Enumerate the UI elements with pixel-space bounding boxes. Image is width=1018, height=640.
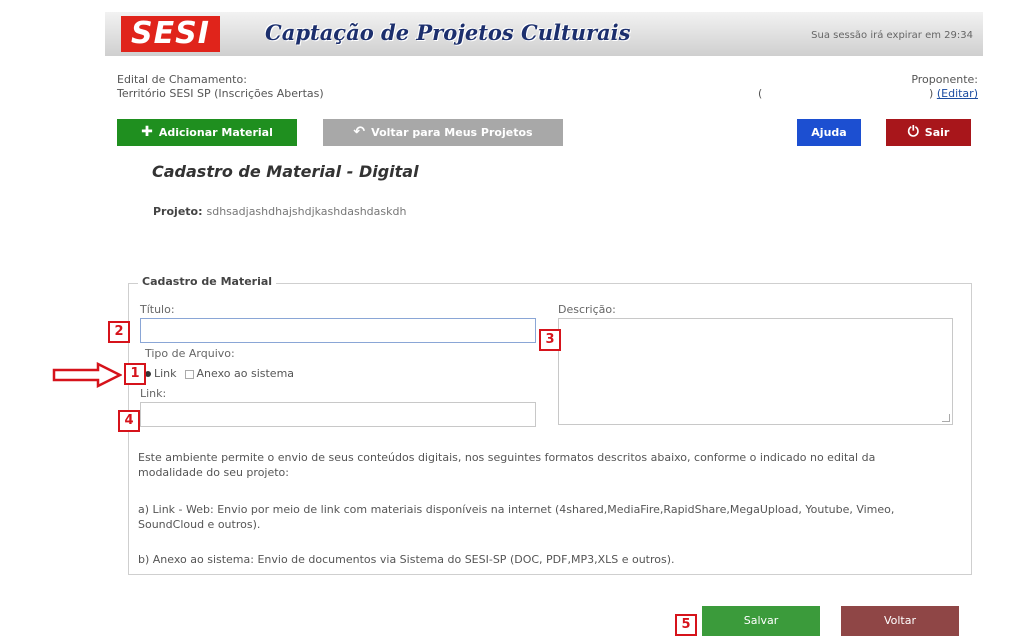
- proponente-info: Proponente: ) (Editar): [911, 73, 978, 101]
- marker-5: 5: [675, 614, 697, 636]
- marker-1: 1: [124, 363, 146, 385]
- project-label: Projeto:: [153, 205, 203, 218]
- edital-label: Edital de Chamamento:: [117, 73, 247, 86]
- info-item-b: b) Anexo ao sistema: Envio de documentos…: [138, 553, 675, 566]
- session-timer: Sua sessão irá expirar em 29:34: [811, 30, 973, 41]
- info-item-a: a) Link - Web: Envio por meio de link co…: [138, 503, 895, 531]
- titulo-input[interactable]: [140, 318, 536, 343]
- undo-icon: ↶: [353, 124, 366, 140]
- back-to-projects-button[interactable]: ↶ Voltar para Meus Projetos: [323, 119, 563, 146]
- project-value: sdhsadjashdhajshdjkashdashdaskdh: [206, 205, 407, 218]
- marker-3: 3: [539, 329, 561, 351]
- radio-anexo-label[interactable]: Anexo ao sistema: [197, 367, 295, 380]
- descricao-textarea[interactable]: [558, 318, 953, 425]
- proponente-label: Proponente:: [911, 73, 978, 86]
- link-input[interactable]: [140, 402, 536, 427]
- arrow-right-icon: [52, 362, 122, 388]
- add-material-label: Adicionar Material: [158, 126, 273, 139]
- project-info: Projeto: sdhsadjashdhajshdjkashdashdaskdh: [153, 205, 406, 218]
- marker-4: 4: [118, 410, 140, 432]
- app-header: SESI Captação de Projetos Culturais Sua …: [105, 12, 983, 56]
- exit-label: Sair: [924, 126, 950, 139]
- marker-2: 2: [108, 321, 130, 343]
- edital-value: Território SESI SP (Inscrições Abertas): [117, 87, 324, 100]
- back-to-projects-label: Voltar para Meus Projetos: [371, 126, 533, 139]
- descricao-label: Descrição:: [558, 303, 616, 316]
- edital-info: Edital de Chamamento: Território SESI SP…: [117, 73, 324, 101]
- titulo-label: Título:: [140, 303, 175, 316]
- sesi-logo: SESI: [121, 16, 220, 52]
- exit-button[interactable]: ⏻ Sair: [886, 119, 971, 146]
- add-material-button[interactable]: ✚ Adicionar Material: [117, 119, 297, 146]
- link-label: Link:: [140, 387, 167, 400]
- save-button[interactable]: Salvar: [702, 606, 820, 636]
- radio-anexo[interactable]: [184, 369, 194, 379]
- proponente-paren-close: ): [929, 87, 934, 100]
- app-title: Captação de Projetos Culturais: [265, 20, 631, 45]
- fieldset-legend: Cadastro de Material: [138, 275, 277, 288]
- tipo-arquivo-radios: Link Anexo ao sistema: [145, 367, 294, 380]
- page-title: Cadastro de Material - Digital: [152, 162, 419, 181]
- proponente-paren-open: (: [758, 87, 763, 100]
- back-button[interactable]: Voltar: [841, 606, 959, 636]
- tipo-arquivo-label: Tipo de Arquivo:: [145, 347, 235, 360]
- power-icon: ⏻: [907, 124, 919, 140]
- edit-proponente-link[interactable]: (Editar): [937, 87, 978, 100]
- resize-grip[interactable]: [942, 414, 950, 422]
- help-button[interactable]: Ajuda: [797, 119, 861, 146]
- info-intro: Este ambiente permite o envio de seus co…: [138, 451, 876, 479]
- plus-icon: ✚: [141, 124, 153, 140]
- radio-link-label[interactable]: Link: [154, 367, 177, 380]
